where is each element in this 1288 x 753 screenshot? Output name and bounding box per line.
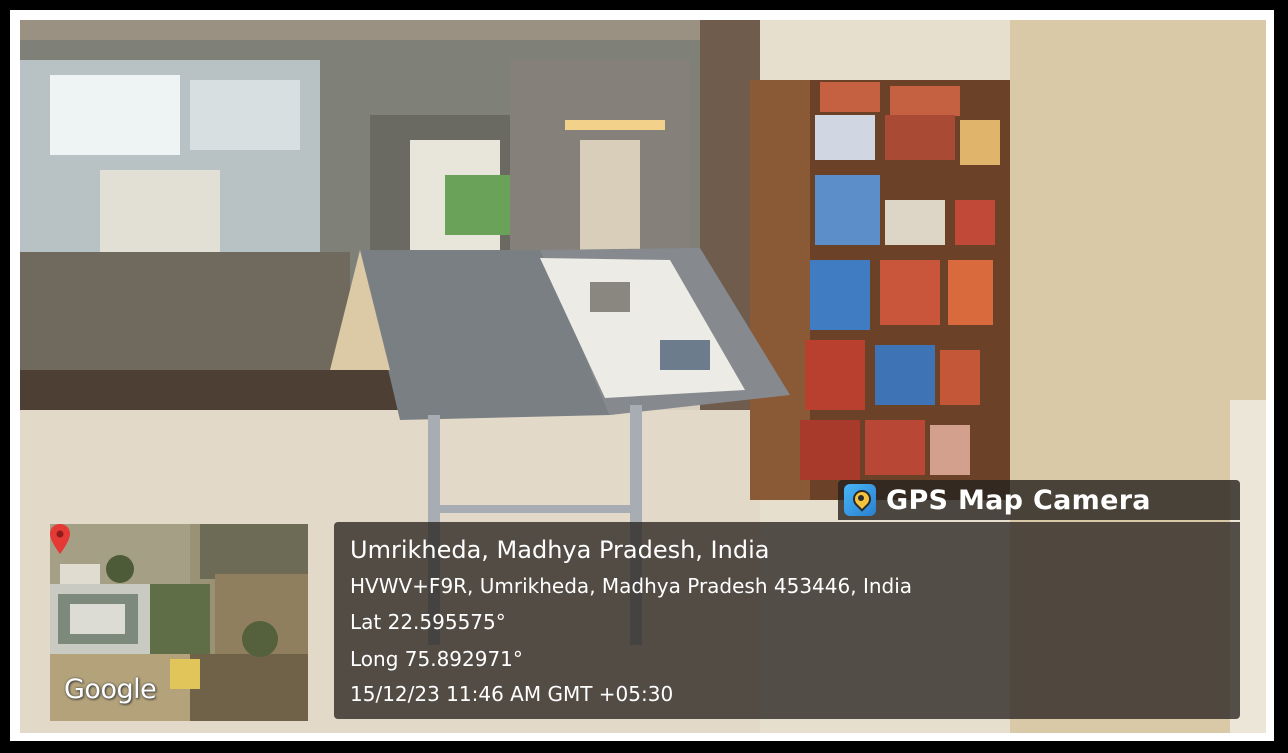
app-name: GPS Map Camera xyxy=(886,484,1151,516)
full-address: HVWV+F9R, Umrikheda, Madhya Pradesh 4534… xyxy=(350,574,913,598)
map-pin-icon xyxy=(50,524,70,554)
gps-camera-logo-icon xyxy=(844,484,876,516)
map-thumbnail[interactable]: Google xyxy=(50,524,308,721)
datetime-text: 15/12/23 11:46 AM GMT +05:30 xyxy=(350,682,674,706)
gps-camera-header: GPS Map Camera xyxy=(838,480,1240,520)
google-logo: Google xyxy=(64,674,157,705)
location-info-panel: Umrikheda, Madhya Pradesh, India HVWV+F9… xyxy=(334,522,1240,719)
outer-frame: Google GPS Map Camera Umrikheda, Madhya … xyxy=(0,0,1288,753)
latitude-text: Lat 22.595575° xyxy=(350,610,506,634)
longitude-text: Long 75.892971° xyxy=(350,647,523,671)
place-name: Umrikheda, Madhya Pradesh, India xyxy=(350,536,770,564)
